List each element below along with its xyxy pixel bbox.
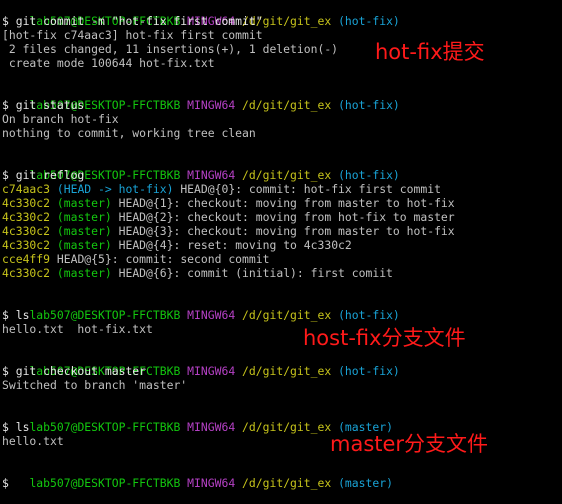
commit-hash: 4c330c2 — [2, 196, 51, 210]
prompt-path: /d/git/git_ex — [242, 476, 332, 490]
reflog-line: 4c330c2 (master) HEAD@{3}: checkout: mov… — [2, 224, 562, 238]
prompt-path: /d/git/git_ex — [242, 308, 332, 322]
reflog-message: HEAD@{6}: commit (initial): first comiit — [111, 266, 393, 280]
prompt-branch: (hot-fix) — [338, 308, 400, 322]
output-line: On branch hot-fix — [2, 112, 119, 126]
prompt-host: MINGW64 — [187, 98, 236, 112]
prompt-line: lab507@DESKTOP-FFCTBKB MINGW64 /d/git/gi… — [2, 294, 562, 322]
prompt-path: /d/git/git_ex — [242, 98, 332, 112]
commit-hash: 4c330c2 — [2, 238, 51, 252]
reflog-message: HEAD@{5}: commit: second commit — [50, 252, 270, 266]
reflog-message: HEAD@{0}: commit: hot-fix first commit — [173, 182, 441, 196]
reflog-ref: (master) — [56, 210, 112, 224]
prompt-line: lab507@DESKTOP-FFCTBKB MINGW64 /d/git/gi… — [2, 406, 562, 434]
prompt-user: lab507@DESKTOP-FFCTBKB — [29, 476, 181, 490]
annotation-hotfix-commit: hot-fix提交 — [375, 40, 485, 64]
prompt-branch: (hot-fix) — [338, 364, 400, 378]
terminal-window[interactable]: lab507@DESKTOP-FFCTBKB MINGW64 /d/git/gi… — [0, 0, 562, 492]
prompt-path: /d/git/git_ex — [242, 168, 332, 182]
reflog-ref: (HEAD -> hot-fix) — [56, 182, 174, 196]
prompt-line: lab507@DESKTOP-FFCTBKB MINGW64 /d/git/gi… — [2, 84, 562, 112]
annotation-hotfix-files: host-fix分支文件 — [303, 326, 466, 350]
output-line: nothing to commit, working tree clean — [2, 126, 256, 140]
commit-hash: 4c330c2 — [2, 266, 51, 280]
annotation-master-files: master分支文件 — [330, 432, 489, 456]
reflog-ref: (master) — [56, 238, 112, 252]
prompt-host: MINGW64 — [187, 308, 236, 322]
prompt-line: lab507@DESKTOP-FFCTBKB MINGW64 /d/git/gi… — [2, 154, 562, 182]
prompt-user: lab507@DESKTOP-FFCTBKB — [29, 420, 181, 434]
reflog-ref: (master) — [56, 266, 112, 280]
prompt-line: lab507@DESKTOP-FFCTBKB MINGW64 /d/git/gi… — [2, 0, 562, 28]
reflog-line: c74aac3 (HEAD -> hot-fix) HEAD@{0}: comm… — [2, 182, 562, 196]
commit-hash: cce4ff9 — [2, 252, 51, 266]
prompt-host: MINGW64 — [187, 168, 236, 182]
prompt-branch: (hot-fix) — [338, 98, 400, 112]
commit-hash: 4c330c2 — [2, 224, 51, 238]
prompt-host: MINGW64 — [187, 420, 236, 434]
commit-hash: c74aac3 — [2, 182, 51, 196]
commit-hash: 4c330c2 — [2, 210, 51, 224]
reflog-message: HEAD@{3}: checkout: moving from master t… — [111, 224, 455, 238]
output-line: hello.txt hot-fix.txt — [2, 322, 153, 336]
prompt-branch: (hot-fix) — [338, 168, 400, 182]
reflog-ref: (master) — [56, 224, 112, 238]
reflog-message: HEAD@{4}: reset: moving to 4c330c2 — [111, 238, 352, 252]
prompt-host: MINGW64 — [187, 364, 236, 378]
prompt-line: lab507@DESKTOP-FFCTBKB MINGW64 /d/git/gi… — [2, 350, 562, 378]
reflog-ref: (master) — [56, 196, 112, 210]
prompt-line: lab507@DESKTOP-FFCTBKB MINGW64 /d/git/gi… — [2, 462, 562, 490]
prompt-branch: (hot-fix) — [338, 14, 400, 28]
reflog-message: HEAD@{2}: checkout: moving from hot-fix … — [111, 210, 455, 224]
prompt-host: MINGW64 — [187, 476, 236, 490]
reflog-line: 4c330c2 (master) HEAD@{1}: checkout: mov… — [2, 196, 562, 210]
reflog-message: HEAD@{1}: checkout: moving from master t… — [111, 196, 455, 210]
prompt-path: /d/git/git_ex — [242, 420, 332, 434]
reflog-line: cce4ff9 HEAD@{5}: commit: second commit — [2, 252, 562, 266]
reflog-line: 4c330c2 (master) HEAD@{6}: commit (initi… — [2, 266, 562, 280]
reflog-line: 4c330c2 (master) HEAD@{4}: reset: moving… — [2, 238, 562, 252]
prompt-branch: (master) — [338, 476, 393, 490]
reflog-line: 4c330c2 (master) HEAD@{2}: checkout: mov… — [2, 210, 562, 224]
prompt-user: lab507@DESKTOP-FFCTBKB — [29, 308, 181, 322]
output-line: Switched to branch 'master' — [2, 378, 188, 392]
prompt-path: /d/git/git_ex — [242, 364, 332, 378]
